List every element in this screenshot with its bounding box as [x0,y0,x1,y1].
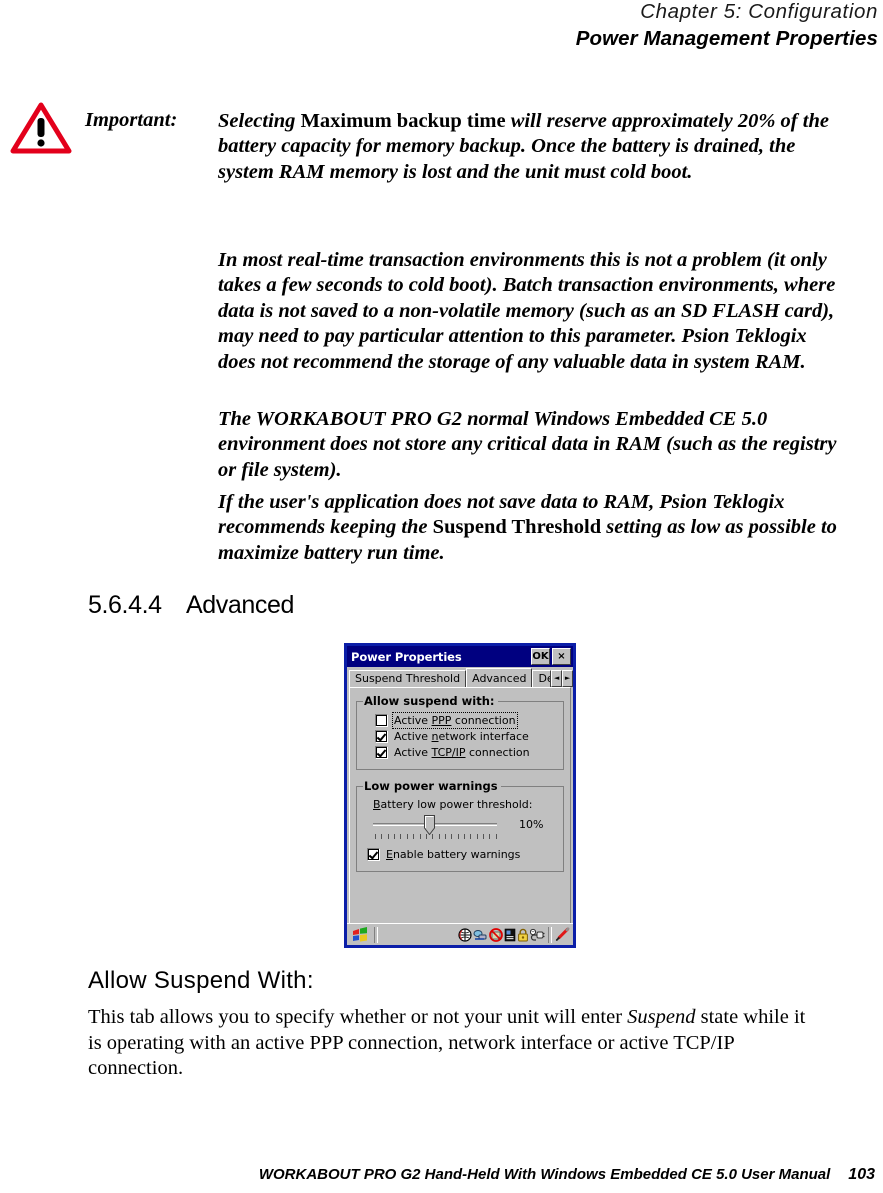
warning-triangle-icon [10,102,72,154]
globe-icon[interactable] [458,927,472,942]
storage-card-icon[interactable] [504,928,516,942]
important-paragraph-4: If the user's application does not save … [218,491,837,564]
important-paragraph-1: Selecting Maximum backup time will reser… [218,110,829,183]
checkbox-label-active-ppp-connection: Active PPP connection [392,712,518,729]
checkbox-label-active-tcpip-connection: Active TCP/IP connection [394,746,530,759]
checkbox-label-enable-battery-warnings: Enable battery warnings [386,848,521,861]
dialog-title: Power Properties [351,649,462,664]
slider-tick-marks [375,834,497,841]
network-connection-icon[interactable] [473,928,488,942]
important-paragraph-3: The WORKABOUT PRO G2 normal Windows Embe… [218,408,837,481]
tab-advanced[interactable]: Advanced [466,668,533,687]
checkbox-label-active-network-interface: Active network interface [394,730,529,743]
tab-scroll-left-icon[interactable]: ◄ [551,670,563,687]
tab-suspend-threshold[interactable]: Suspend Threshold [349,670,467,687]
group-allow-suspend-with: Allow suspend with: Active PPP connectio… [356,694,564,770]
footer-text: WORKABOUT PRO G2 Hand-Held With Windows … [258,1166,831,1183]
start-button[interactable] [349,925,371,944]
tab-strip: Suspend Threshold Advanced De ◄ ► [347,667,573,687]
slider-track [373,823,497,826]
radio-disabled-icon[interactable] [489,927,503,942]
runhead-title: Power Management Properties [575,27,878,50]
group-allow-suspend-with-legend: Allow suspend with: [364,694,495,708]
important-p4-bold-term: Suspend Threshold [432,516,602,539]
system-tray [458,926,573,943]
taskbar [347,923,573,945]
windows-start-flag-icon [352,927,367,942]
tab-panel-advanced: Allow suspend with: Active PPP connectio… [349,687,571,924]
tray-separator [548,926,552,943]
important-paragraph-2: In most real-time transaction environmen… [218,249,836,373]
tab-devices-truncated[interactable]: De [532,670,552,687]
ok-button[interactable]: OK [531,648,550,665]
checkbox-row-active-network[interactable]: Active network interface [375,730,557,743]
body-paragraph: This tab allows you to specify whether o… [88,1006,806,1080]
close-button[interactable]: × [552,648,571,665]
section-heading: 5.6.4.4 Advanced [88,591,294,620]
group-low-power-warnings-legend: Low power warnings [364,779,498,793]
battery-threshold-label: Battery low power threshold: [373,798,533,811]
footer-page-number: 103 [848,1166,875,1183]
battery-threshold-value: 10% [519,817,544,831]
lock-icon[interactable] [517,928,529,942]
group-low-power-warnings: Low power warnings Battery low power thr… [356,779,564,872]
dialog-title-bar: Power Properties OK × [347,646,573,667]
subsection-heading: Allow Suspend With: [88,967,314,994]
battery-threshold-slider[interactable] [373,813,497,835]
checkbox-row-enable-battery-warnings[interactable]: Enable battery warnings [367,848,557,861]
tab-scroll-right-icon[interactable]: ► [562,670,573,687]
checkbox-active-network-interface[interactable] [375,730,388,743]
checkbox-row-active-tcpip[interactable]: Active TCP/IP connection [375,746,557,759]
power-plug-icon[interactable] [530,928,545,942]
stylus-pen-icon[interactable] [555,927,570,942]
important-p1-bold-term: Maximum backup time [300,110,506,132]
battery-threshold-slider-row[interactable]: 10% [373,813,557,835]
checkbox-row-active-ppp[interactable]: Active PPP connection [375,712,557,729]
checkbox-enable-battery-warnings[interactable] [367,848,380,861]
body-italic-term: Suspend [627,1006,696,1028]
slider-thumb[interactable] [424,815,435,835]
ce-device-screenshot: Power Properties OK × Suspend Threshold … [344,643,576,948]
runhead-chapter: Chapter 5: Configuration [640,0,878,23]
checkbox-active-tcpip-connection[interactable] [375,746,388,759]
section-heading-label: Advanced [186,591,294,619]
important-label: Important: [85,109,178,131]
section-number: 5.6.4.4 [88,591,162,619]
footer: WORKABOUT PRO G2 Hand-Held With Windows … [0,1166,883,1184]
checkbox-active-ppp-connection[interactable] [375,714,388,727]
taskbar-divider [374,926,378,943]
